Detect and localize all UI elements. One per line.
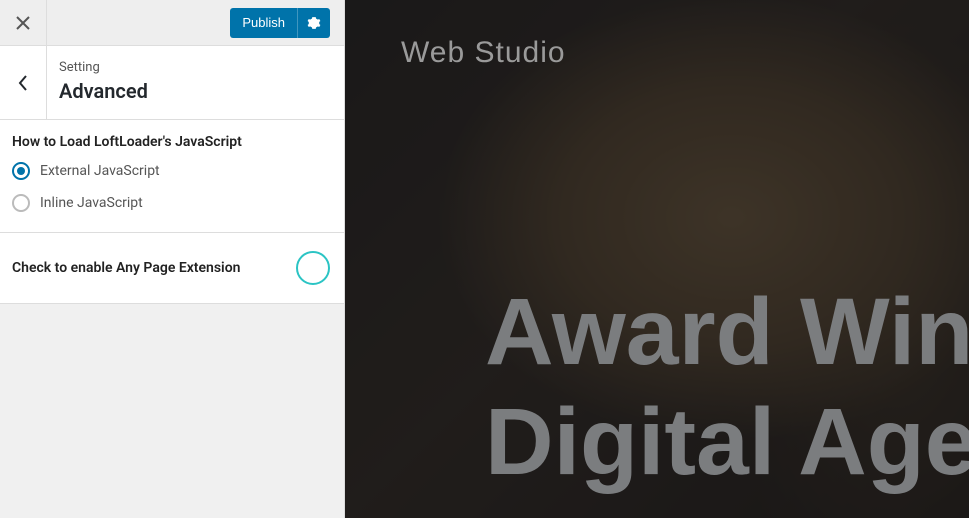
close-column [0, 0, 47, 46]
close-icon [16, 16, 30, 30]
sidebar-filler [0, 304, 344, 518]
preview-hero-line1: Award Win [485, 280, 969, 385]
preview-pane[interactable]: Web Studio Award Win Digital Age [345, 0, 969, 518]
radio-label: Inline JavaScript [40, 195, 143, 211]
radio-dot-icon [17, 167, 25, 175]
toggle-label: Check to enable Any Page Extension [12, 260, 240, 276]
heading-row: Setting Advanced [0, 46, 344, 120]
publish-wrap: Publish [230, 8, 330, 38]
heading-breadcrumb: Setting [59, 60, 148, 75]
gear-icon [307, 16, 321, 30]
publish-label: Publish [230, 15, 297, 30]
radio-inline-js[interactable]: Inline JavaScript [12, 194, 332, 212]
section-title-js: How to Load LoftLoader's JavaScript [12, 134, 332, 150]
section-js-load: How to Load LoftLoader's JavaScript Exte… [0, 120, 344, 233]
close-button[interactable] [16, 16, 30, 30]
topbar: Publish [0, 0, 344, 46]
toggle-any-page-ext[interactable] [296, 251, 330, 285]
preview-brand: Web Studio [401, 36, 566, 70]
page-title: Advanced [59, 79, 148, 103]
publish-button[interactable]: Publish [230, 8, 330, 38]
radio-external-js[interactable]: External JavaScript [12, 162, 332, 180]
radio-label: External JavaScript [40, 163, 160, 179]
preview-hero-line2: Digital Age [485, 390, 969, 495]
heading-text: Setting Advanced [47, 46, 160, 119]
customizer-sidebar: Publish Setting Advanced How to Load Lof… [0, 0, 345, 518]
radio-indicator [12, 162, 30, 180]
publish-settings[interactable] [297, 8, 330, 38]
section-any-page-ext: Check to enable Any Page Extension [0, 233, 344, 304]
radio-indicator [12, 194, 30, 212]
back-button[interactable] [0, 46, 47, 119]
chevron-left-icon [18, 75, 28, 91]
